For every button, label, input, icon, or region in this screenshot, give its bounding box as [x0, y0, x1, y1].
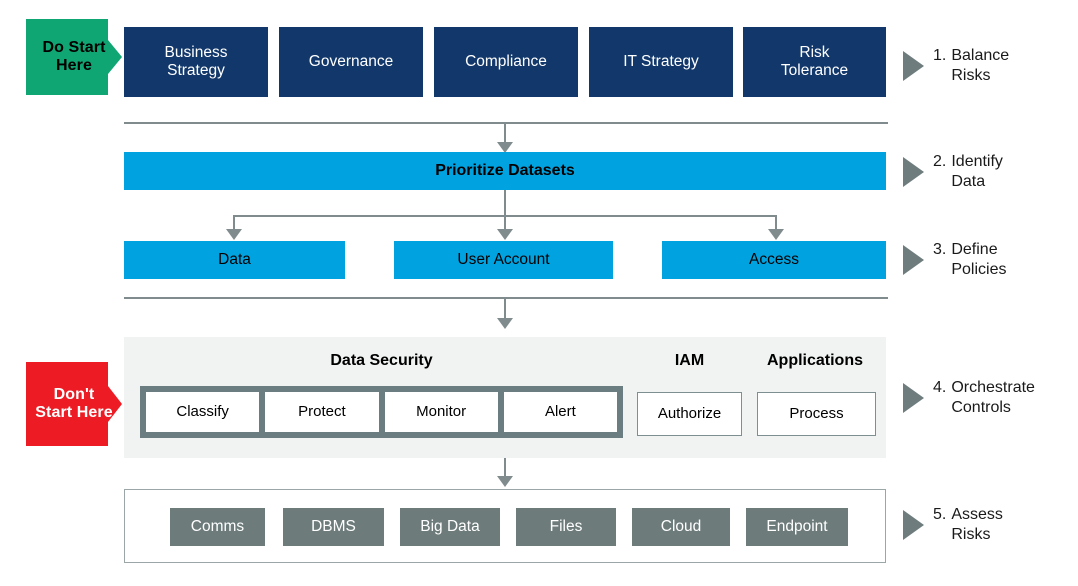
step-1-label: Balance Risks	[951, 47, 1010, 84]
step-5-triangle-icon	[903, 510, 924, 540]
step-5-label: Assess Risks	[951, 506, 1003, 543]
row5-label-1: DBMS	[311, 518, 356, 536]
row5-box-dbms[interactable]: DBMS	[283, 508, 384, 546]
step-3-number: 3.	[933, 241, 947, 258]
row3-box-user-account[interactable]: User Account	[394, 241, 613, 279]
row4-box-authorize[interactable]: Authorize	[637, 392, 742, 436]
callout-do-start-here: Do Start Here	[26, 19, 122, 95]
row4-label-process: Process	[789, 405, 844, 423]
step-5-text: 5. Assess Risks	[933, 505, 1003, 545]
divider-row1	[124, 122, 888, 124]
row5-box-big-data[interactable]: Big Data	[400, 508, 500, 546]
step-marker-2: 2. Identify Data	[903, 152, 1003, 192]
step-3-text: 3. Define Policies	[933, 240, 1006, 280]
row5-label-2: Big Data	[420, 518, 480, 536]
row4-group-title-iam: IAM	[674, 352, 705, 369]
connector-row2-stem	[504, 190, 506, 217]
callout-dont-label: Don't Start Here	[35, 386, 113, 421]
step-4-number: 4.	[933, 379, 947, 396]
row4-box-monitor[interactable]: Monitor	[384, 392, 498, 432]
row4-box-protect[interactable]: Protect	[265, 392, 379, 432]
row5-label-4: Cloud	[660, 518, 702, 536]
row4-label-authorize: Authorize	[657, 405, 722, 423]
step-marker-1: 1. Balance Risks	[903, 46, 1009, 86]
step-3-label: Define Policies	[951, 241, 1007, 278]
row5-box-comms[interactable]: Comms	[170, 508, 265, 546]
callout-dont-start-here: Don't Start Here	[26, 362, 122, 446]
row1-box-it-strategy[interactable]: IT Strategy	[589, 27, 733, 97]
row1-label-4: Risk Tolerance	[780, 44, 849, 79]
step-1-number: 1.	[933, 47, 947, 64]
row1-label-1: Governance	[308, 53, 394, 71]
connector-row4-row5-arrow-icon	[497, 476, 513, 487]
row1-box-risk-tolerance[interactable]: Risk Tolerance	[743, 27, 886, 97]
step-marker-4: 4. Orchestrate Controls	[903, 378, 1035, 418]
step-4-text: 4. Orchestrate Controls	[933, 378, 1035, 418]
row4-box-classify[interactable]: Classify	[146, 392, 260, 432]
connector-row3-row4-stem	[504, 299, 506, 320]
row1-box-compliance[interactable]: Compliance	[434, 27, 578, 97]
row4-group-data-security: Classify Protect Monitor Alert	[140, 386, 623, 438]
step-1-text: 1. Balance Risks	[933, 46, 1009, 86]
row4-group-title-applications: Applications	[766, 352, 863, 369]
row1-label-3: IT Strategy	[623, 53, 699, 71]
row1-label-0: Business Strategy	[164, 44, 228, 79]
row2-box-prioritize-datasets[interactable]: Prioritize Datasets	[124, 152, 886, 190]
row4-box-process[interactable]: Process	[757, 392, 876, 436]
step-1-triangle-icon	[903, 51, 924, 81]
row5-box-endpoint[interactable]: Endpoint	[746, 508, 848, 546]
row4-label-protect: Protect	[298, 403, 346, 421]
row1-box-governance[interactable]: Governance	[279, 27, 423, 97]
row5-label-3: Files	[549, 518, 583, 536]
connector-row4-row5-stem	[504, 458, 506, 478]
connector-row3-arrow-left-icon	[226, 229, 242, 240]
row4-label-monitor: Monitor	[416, 403, 467, 421]
connector-row3-row4-arrow-icon	[497, 318, 513, 329]
row4-group-title-data-security: Data Security	[330, 352, 433, 369]
row3-box-access[interactable]: Access	[662, 241, 886, 279]
step-5-number: 5.	[933, 506, 947, 523]
row3-label-0: Data	[218, 251, 251, 269]
row4-label-alert: Alert	[544, 403, 576, 421]
step-marker-3: 3. Define Policies	[903, 240, 1006, 280]
step-2-text: 2. Identify Data	[933, 152, 1003, 192]
callout-do-label: Do Start Here	[42, 39, 106, 74]
row5-box-files[interactable]: Files	[516, 508, 616, 546]
step-4-triangle-icon	[903, 383, 924, 413]
row1-box-business-strategy[interactable]: Business Strategy	[124, 27, 268, 97]
connector-row3-arrow-right-icon	[768, 229, 784, 240]
connector-row3-arrow-mid-icon	[497, 229, 513, 240]
row5-label-0: Comms	[190, 518, 245, 536]
row1-label-2: Compliance	[465, 53, 547, 71]
step-2-label: Identify Data	[951, 153, 1003, 190]
row3-box-data[interactable]: Data	[124, 241, 345, 279]
step-2-number: 2.	[933, 153, 947, 170]
row3-label-1: User Account	[457, 251, 550, 269]
step-3-triangle-icon	[903, 245, 924, 275]
divider-row3	[124, 297, 888, 299]
row2-label: Prioritize Datasets	[435, 161, 575, 179]
row5-box-cloud[interactable]: Cloud	[632, 508, 730, 546]
row4-box-alert[interactable]: Alert	[503, 392, 617, 432]
row3-label-2: Access	[749, 251, 799, 269]
step-marker-5: 5. Assess Risks	[903, 505, 1003, 545]
diagram-canvas: Do Start Here Don't Start Here Business …	[0, 0, 1078, 586]
step-4-label: Orchestrate Controls	[951, 379, 1035, 416]
row5-label-5: Endpoint	[766, 518, 828, 536]
connector-row1-row2-stem	[504, 124, 506, 144]
step-2-triangle-icon	[903, 157, 924, 187]
row4-label-classify: Classify	[176, 403, 229, 421]
